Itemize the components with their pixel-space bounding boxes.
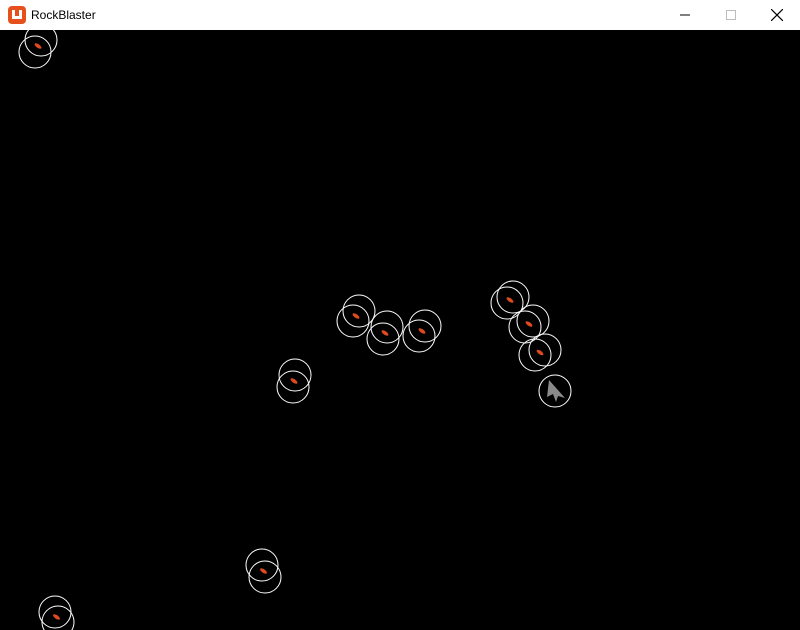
collision-circle <box>278 358 312 392</box>
collision-circle <box>276 370 310 404</box>
rock-sprite <box>260 568 267 574</box>
collision-circle <box>248 560 282 594</box>
rock-sprite <box>525 321 533 327</box>
monogame-logo-icon <box>8 6 26 24</box>
collision-circle <box>336 304 370 338</box>
maximize-button[interactable] <box>708 0 754 30</box>
minimize-button[interactable] <box>662 0 708 30</box>
collision-circle <box>508 310 542 344</box>
game-window: RockBlaster <box>0 0 800 630</box>
rock-sprite <box>34 43 42 49</box>
title-bar[interactable]: RockBlaster <box>0 0 800 30</box>
rock-sprite <box>506 297 514 303</box>
maximize-icon <box>726 10 736 20</box>
rock-sprite <box>381 330 389 336</box>
rock-sprite <box>418 328 426 334</box>
window-controls <box>662 0 800 30</box>
collision-circle <box>366 322 400 356</box>
game-viewport[interactable] <box>0 30 800 630</box>
collision-circle <box>24 30 58 57</box>
collision-circle <box>518 338 552 372</box>
collision-circle <box>18 35 52 69</box>
close-icon <box>771 9 783 21</box>
collision-circle <box>38 595 72 629</box>
rock-sprite <box>53 614 60 620</box>
game-scene <box>18 30 572 630</box>
collision-circle <box>370 310 404 344</box>
collision-circle <box>516 304 550 338</box>
minimize-icon <box>680 14 690 16</box>
player-ship-sprite <box>547 380 565 402</box>
collision-circle <box>245 548 279 582</box>
close-button[interactable] <box>754 0 800 30</box>
rock-sprite <box>352 313 360 319</box>
collision-circle <box>402 319 436 353</box>
collision-circle <box>342 294 376 328</box>
rock-sprite <box>536 349 544 356</box>
window-title: RockBlaster <box>31 8 96 22</box>
rock-sprite <box>290 378 298 384</box>
collision-circle <box>408 309 442 343</box>
